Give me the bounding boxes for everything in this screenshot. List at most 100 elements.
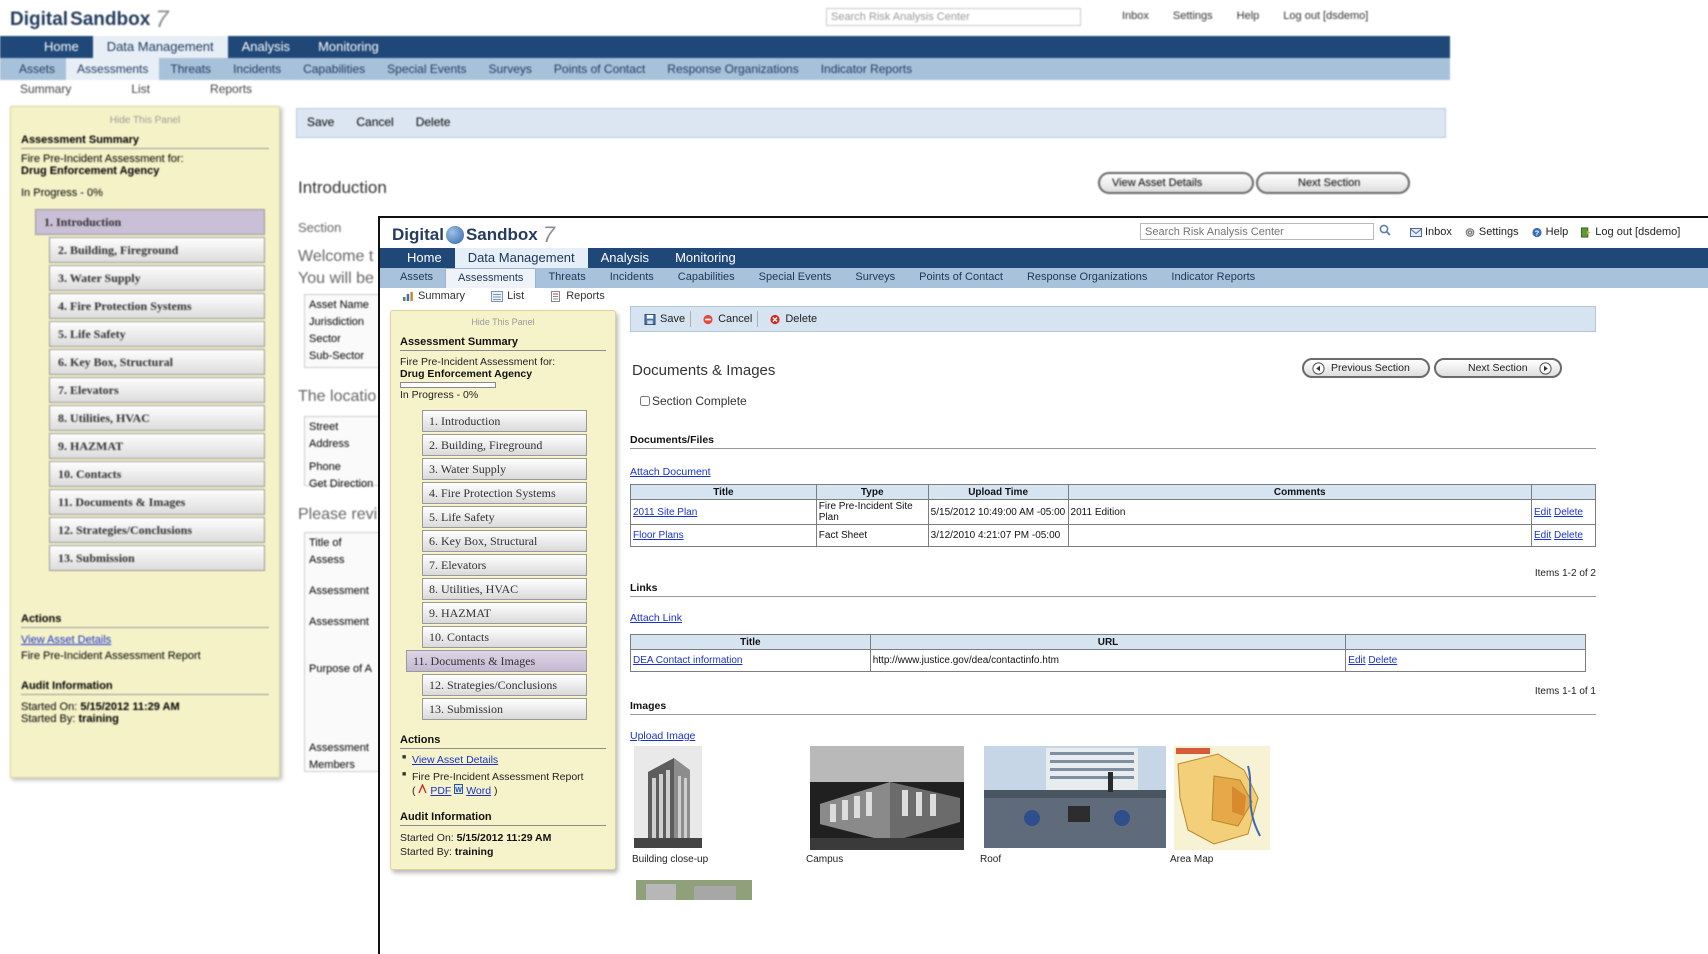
section-item-6[interactable]: 6. Key Box, Structural: [422, 530, 587, 552]
logout-icon: [1581, 226, 1591, 238]
tab-summary[interactable]: Summary: [402, 290, 465, 302]
word-link[interactable]: Word: [466, 785, 491, 797]
help-link[interactable]: ? Help: [1531, 226, 1568, 238]
previous-section-button[interactable]: Previous Section: [1302, 358, 1430, 378]
started-by-value: training: [454, 846, 494, 858]
section-item-10[interactable]: 10. Contacts: [422, 626, 587, 648]
links-table: Title URL DEA Contact information http://…: [630, 634, 1586, 672]
section-item-9[interactable]: 9. HAZMAT: [422, 602, 587, 624]
next-section-button[interactable]: Next Section: [1434, 358, 1562, 378]
subnav-points-of-contact[interactable]: Points of Contact: [907, 268, 1015, 288]
section-item-11[interactable]: 11. Documents & Images: [406, 650, 587, 672]
documents-rows: 2011 Site Plan Fire Pre-Incident Site Pla…: [630, 499, 1596, 547]
logout-link[interactable]: Log out [dsdemo]: [1580, 226, 1680, 238]
list-icon: [491, 290, 504, 302]
section-item-4[interactable]: 4. Fire Protection Systems: [422, 482, 587, 504]
section-item-1[interactable]: 1. Introduction: [422, 410, 587, 432]
doc-title-cell: 2011 Site Plan: [630, 499, 817, 525]
inbox-link[interactable]: Inbox: [1410, 226, 1452, 238]
settings-link[interactable]: Settings: [1464, 226, 1519, 238]
doc-actions-cell: Edit Delete: [1531, 524, 1596, 547]
back-logo: Digital Sandbox 7: [10, 6, 169, 33]
section-complete-checkbox[interactable]: Section Complete: [640, 394, 747, 408]
image-caption: Campus: [806, 854, 844, 865]
agency-name: Drug Enforcement Agency: [400, 368, 533, 380]
svg-text:?: ?: [1534, 228, 1539, 237]
section-item-5[interactable]: 5. Life Safety: [422, 506, 587, 528]
back-view-asset-button: View Asset Details: [1098, 172, 1254, 194]
edit-link[interactable]: Edit: [1348, 655, 1365, 666]
image-thumbnail-partial[interactable]: [636, 880, 752, 900]
building-closeup-thumbnail[interactable]: [634, 746, 702, 848]
subnav-assets[interactable]: Assets: [388, 268, 445, 288]
assessment-summary-heading: Assessment Summary: [400, 336, 606, 351]
section-item-2[interactable]: 2. Building, Fireground: [422, 434, 587, 456]
subnav-special-events[interactable]: Special Events: [747, 268, 844, 288]
subnav-capabilities[interactable]: Capabilities: [666, 268, 747, 288]
doc-type-cell: Fire Pre-Incident Site Plan: [815, 499, 929, 525]
area-map-thumbnail[interactable]: [1174, 746, 1270, 850]
document-title-link[interactable]: Floor Plans: [633, 530, 684, 541]
nav-data-management[interactable]: Data Management: [454, 248, 588, 268]
save-button[interactable]: Save: [639, 311, 692, 327]
action-item: View Asset Details: [402, 754, 606, 766]
action-toolbar: Save Cancel Delete: [630, 306, 1596, 332]
delete-link[interactable]: Delete: [1554, 530, 1583, 541]
tab-list[interactable]: List: [491, 290, 524, 302]
section-item-12[interactable]: 12. Strategies/Conclusions: [422, 674, 587, 696]
link-title-link[interactable]: DEA Contact information: [633, 655, 743, 666]
delete-button[interactable]: Delete: [764, 311, 822, 327]
section-complete-input[interactable]: [640, 396, 650, 406]
report-formats: ( PDF W Word ): [412, 784, 498, 797]
save-icon: [644, 313, 656, 325]
delete-link[interactable]: Delete: [1368, 655, 1397, 666]
document-title-link[interactable]: 2011 Site Plan: [633, 507, 697, 518]
documents-table: Title Type Upload Time Comments 2011 Sit…: [630, 484, 1596, 547]
col-link-title: Title: [630, 634, 871, 650]
audit-heading: Audit Information: [400, 811, 606, 826]
section-item-8[interactable]: 8. Utilities, HVAC: [422, 578, 587, 600]
delete-link[interactable]: Delete: [1554, 507, 1583, 518]
subnav-incidents[interactable]: Incidents: [598, 268, 666, 288]
subnav-indicator-reports[interactable]: Indicator Reports: [1159, 268, 1267, 288]
col-actions: [1531, 484, 1596, 500]
view-asset-details-link[interactable]: View Asset Details: [412, 754, 498, 766]
upload-image-link[interactable]: Upload Image: [630, 730, 695, 742]
back-text-fragment: You will be: [298, 270, 374, 287]
roof-thumbnail[interactable]: [984, 746, 1166, 848]
pdf-link[interactable]: PDF: [430, 785, 451, 797]
edit-link[interactable]: Edit: [1534, 507, 1551, 518]
back-text-fragment: Please revi: [298, 506, 378, 523]
primary-nav: Home Data Management Analysis Monitoring: [380, 248, 1708, 268]
section-item-13[interactable]: 13. Submission: [422, 698, 587, 720]
col-comments: Comments: [1067, 484, 1533, 500]
links-count: Items 1-1 of 1: [1534, 686, 1596, 697]
nav-home[interactable]: Home: [394, 248, 455, 268]
back-section-complete: Section: [298, 220, 342, 235]
link-title-cell: DEA Contact information: [630, 649, 871, 672]
image-caption: Area Map: [1170, 854, 1214, 865]
subnav-surveys[interactable]: Surveys: [843, 268, 907, 288]
back-secondary-nav: Assets Assessments Threats Incidents Capabil…: [0, 58, 1450, 80]
cancel-button[interactable]: Cancel: [697, 311, 759, 327]
nav-monitoring[interactable]: Monitoring: [662, 248, 749, 268]
audit-info: Started On: 5/15/2012 11:29 AM Started B…: [400, 832, 552, 858]
subnav-threats[interactable]: Threats: [536, 268, 597, 288]
section-item-7[interactable]: 7. Elevators: [422, 554, 587, 576]
search-input[interactable]: [1140, 223, 1374, 240]
search-icon[interactable]: [1379, 224, 1391, 236]
subnav-response-organizations[interactable]: Response Organizations: [1015, 268, 1159, 288]
nav-analysis[interactable]: Analysis: [588, 248, 662, 268]
report-icon: [551, 290, 561, 302]
section-item-3[interactable]: 3. Water Supply: [422, 458, 587, 480]
edit-link[interactable]: Edit: [1534, 530, 1551, 541]
tertiary-nav: Summary List Reports: [402, 290, 605, 302]
header-links: Inbox Settings ? Help Log out [dsdemo]: [1410, 226, 1680, 238]
attach-link-link[interactable]: Attach Link: [630, 612, 682, 624]
attach-document-link[interactable]: Attach Document: [630, 466, 711, 478]
hide-panel-link[interactable]: Hide This Panel: [400, 317, 606, 327]
tab-reports[interactable]: Reports: [550, 290, 605, 302]
subnav-assessments[interactable]: Assessments: [445, 268, 537, 288]
app-logo[interactable]: Digital Sandbox 7: [392, 222, 555, 248]
campus-thumbnail[interactable]: [810, 746, 964, 850]
